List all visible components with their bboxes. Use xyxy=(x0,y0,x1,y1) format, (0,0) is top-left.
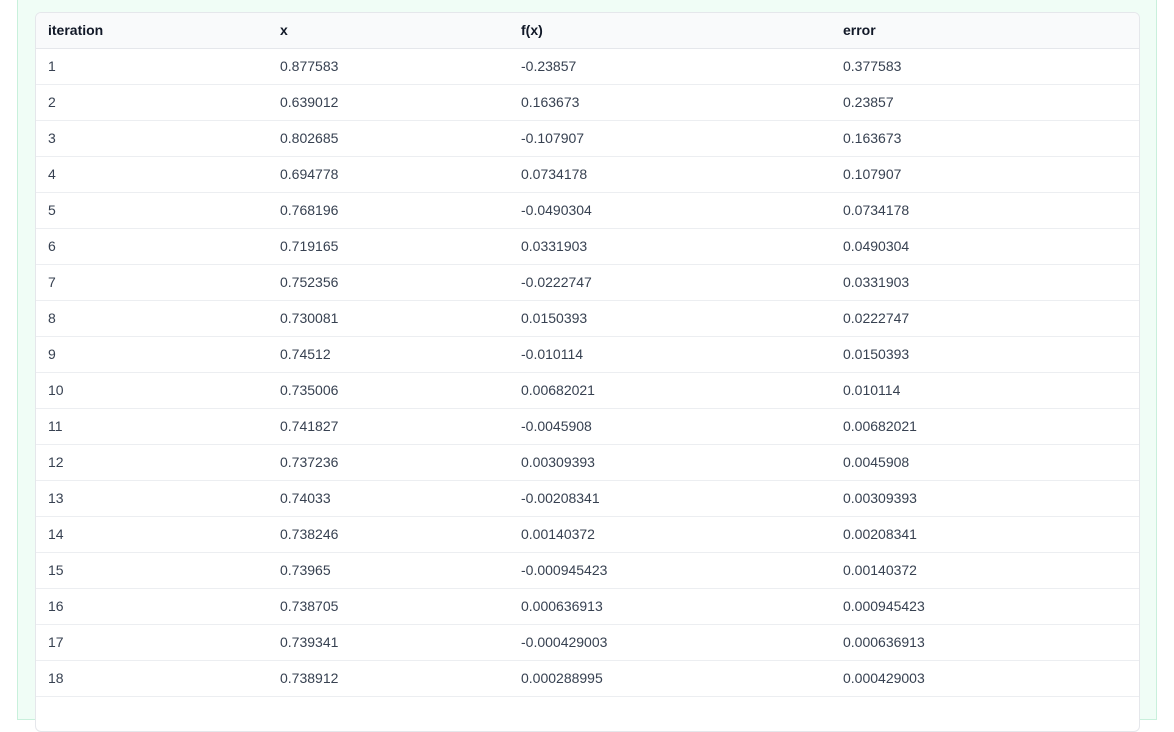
error-cell: 0.377583 xyxy=(831,48,1139,85)
column-header-x: x xyxy=(268,13,509,49)
x-cell: 0.877583 xyxy=(268,48,509,85)
fx-cell: -0.107907 xyxy=(509,120,831,157)
table-row: 5 0.768196 -0.0490304 0.0734178 xyxy=(36,192,1139,229)
fx-cell: -0.000429003 xyxy=(509,624,831,661)
fx-cell: 0.00140372 xyxy=(509,516,831,553)
column-header-fx: f(x) xyxy=(509,13,831,49)
fx-cell: 0.000636913 xyxy=(509,588,831,625)
iteration-cell: 12 xyxy=(36,444,268,481)
error-cell: 0.00208341 xyxy=(831,516,1139,553)
table-row: 8 0.730081 0.0150393 0.0222747 xyxy=(36,300,1139,337)
table-body: 1 0.877583 -0.23857 0.377583 2 0.639012 0.1636… xyxy=(36,48,1139,697)
error-cell: 0.010114 xyxy=(831,372,1139,409)
iteration-cell: 15 xyxy=(36,552,268,589)
table-header: iteration x f(x) error xyxy=(36,13,1139,49)
fx-cell: 0.00682021 xyxy=(509,372,831,409)
fx-cell: -0.000945423 xyxy=(509,552,831,589)
error-cell: 0.107907 xyxy=(831,156,1139,193)
table-row: 12 0.737236 0.00309393 0.0045908 xyxy=(36,444,1139,481)
x-cell: 0.741827 xyxy=(268,408,509,445)
error-cell: 0.163673 xyxy=(831,120,1139,157)
x-cell: 0.73965 xyxy=(268,552,509,589)
fx-cell: 0.00309393 xyxy=(509,444,831,481)
x-cell: 0.74512 xyxy=(268,336,509,373)
fx-cell: -0.0490304 xyxy=(509,192,831,229)
table-row: 9 0.74512 -0.010114 0.0150393 xyxy=(36,336,1139,373)
x-cell: 0.694778 xyxy=(268,156,509,193)
table-row: 6 0.719165 0.0331903 0.0490304 xyxy=(36,228,1139,265)
error-cell: 0.00309393 xyxy=(831,480,1139,517)
x-cell: 0.74033 xyxy=(268,480,509,517)
error-cell: 0.0331903 xyxy=(831,264,1139,301)
error-cell: 0.0222747 xyxy=(831,300,1139,337)
x-cell: 0.802685 xyxy=(268,120,509,157)
iteration-cell: 5 xyxy=(36,192,268,229)
error-cell: 0.000945423 xyxy=(831,588,1139,625)
error-cell: 0.0734178 xyxy=(831,192,1139,229)
column-header-iteration: iteration xyxy=(36,13,268,49)
iteration-cell: 10 xyxy=(36,372,268,409)
iteration-cell: 4 xyxy=(36,156,268,193)
x-cell: 0.737236 xyxy=(268,444,509,481)
iteration-cell: 1 xyxy=(36,48,268,85)
error-cell: 0.0045908 xyxy=(831,444,1139,481)
fx-cell: -0.0045908 xyxy=(509,408,831,445)
header-row: iteration x f(x) error xyxy=(36,13,1139,49)
iteration-cell: 13 xyxy=(36,480,268,517)
iteration-table: iteration x f(x) error 1 0.877583 -0.23857… xyxy=(36,13,1139,697)
error-cell: 0.00140372 xyxy=(831,552,1139,589)
x-cell: 0.719165 xyxy=(268,228,509,265)
fx-cell: 0.0331903 xyxy=(509,228,831,265)
table-row: 4 0.694778 0.0734178 0.107907 xyxy=(36,156,1139,193)
table-row: 3 0.802685 -0.107907 0.163673 xyxy=(36,120,1139,157)
fx-cell: -0.23857 xyxy=(509,48,831,85)
fx-cell: -0.00208341 xyxy=(509,480,831,517)
table-row: 16 0.738705 0.000636913 0.000945423 xyxy=(36,588,1139,625)
error-cell: 0.00682021 xyxy=(831,408,1139,445)
table-row: 1 0.877583 -0.23857 0.377583 xyxy=(36,48,1139,85)
error-cell: 0.0490304 xyxy=(831,228,1139,265)
table-row: 14 0.738246 0.00140372 0.00208341 xyxy=(36,516,1139,553)
iteration-cell: 8 xyxy=(36,300,268,337)
results-panel: iteration x f(x) error 1 0.877583 -0.23857… xyxy=(17,0,1157,732)
x-cell: 0.768196 xyxy=(268,192,509,229)
error-cell: 0.0150393 xyxy=(831,336,1139,373)
iteration-cell: 16 xyxy=(36,588,268,625)
fx-cell: -0.0222747 xyxy=(509,264,831,301)
fx-cell: 0.163673 xyxy=(509,84,831,121)
error-cell: 0.000636913 xyxy=(831,624,1139,661)
error-cell: 0.23857 xyxy=(831,84,1139,121)
table-row: 11 0.741827 -0.0045908 0.00682021 xyxy=(36,408,1139,445)
iteration-cell: 7 xyxy=(36,264,268,301)
iteration-cell: 17 xyxy=(36,624,268,661)
x-cell: 0.738705 xyxy=(268,588,509,625)
x-cell: 0.752356 xyxy=(268,264,509,301)
x-cell: 0.738246 xyxy=(268,516,509,553)
fx-cell: 0.0734178 xyxy=(509,156,831,193)
table-row: 13 0.74033 -0.00208341 0.00309393 xyxy=(36,480,1139,517)
table-row: 15 0.73965 -0.000945423 0.00140372 xyxy=(36,552,1139,589)
iteration-cell: 6 xyxy=(36,228,268,265)
table-row: 17 0.739341 -0.000429003 0.000636913 xyxy=(36,624,1139,661)
table-row: 7 0.752356 -0.0222747 0.0331903 xyxy=(36,264,1139,301)
column-header-error: error xyxy=(831,13,1139,49)
iteration-cell: 3 xyxy=(36,120,268,157)
iteration-cell: 11 xyxy=(36,408,268,445)
iteration-cell: 2 xyxy=(36,84,268,121)
iteration-cell: 14 xyxy=(36,516,268,553)
table-row: 10 0.735006 0.00682021 0.010114 xyxy=(36,372,1139,409)
table-row: 2 0.639012 0.163673 0.23857 xyxy=(36,84,1139,121)
x-cell: 0.639012 xyxy=(268,84,509,121)
fx-cell: 0.0150393 xyxy=(509,300,831,337)
fx-cell: -0.010114 xyxy=(509,336,831,373)
x-cell: 0.730081 xyxy=(268,300,509,337)
iteration-table-card: iteration x f(x) error 1 0.877583 -0.23857… xyxy=(35,12,1140,732)
x-cell: 0.739341 xyxy=(268,624,509,661)
iteration-cell: 9 xyxy=(36,336,268,373)
x-cell: 0.735006 xyxy=(268,372,509,409)
